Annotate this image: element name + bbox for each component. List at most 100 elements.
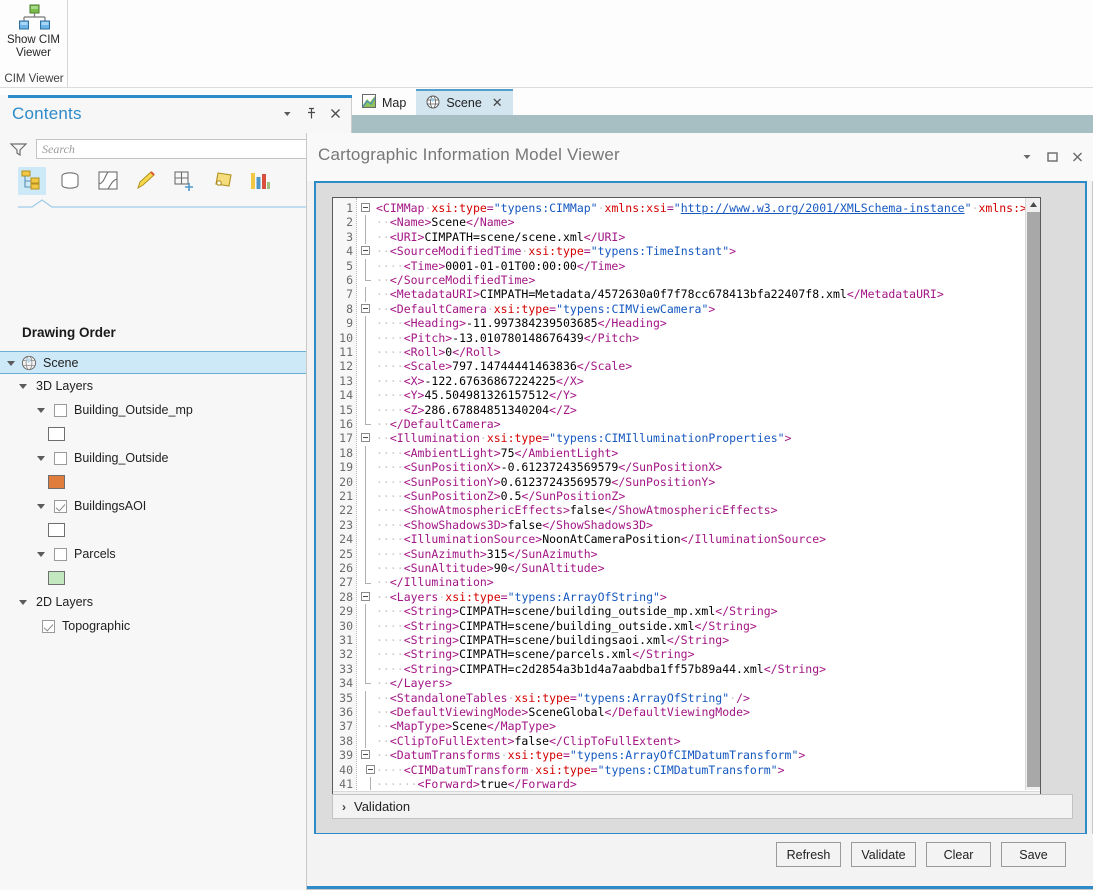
legend-symbol-row [0, 566, 351, 590]
tab-scene-close-icon[interactable]: ✕ [492, 95, 503, 111]
xml-line[interactable]: ····<Z>286.67884851340204</Z> [376, 403, 577, 417]
xml-line[interactable]: ····<SunPositionX>-0.61237243569579</Sun… [376, 460, 722, 474]
layer-visibility-checkbox[interactable] [54, 547, 67, 561]
expander-icon[interactable] [18, 380, 30, 392]
xml-line[interactable]: ····<Heading>-11.997384239503685</Headin… [376, 316, 667, 330]
xml-line[interactable]: ····<String>CIMPATH=scene/parcels.xml</S… [376, 647, 695, 661]
fold-collapse-icon[interactable] [361, 433, 370, 443]
xml-line[interactable]: ····<String>CIMPATH=scene/buildingsaoi.x… [376, 633, 729, 647]
clear-button[interactable]: Clear [926, 842, 991, 867]
xml-line[interactable]: ····<Pitch>-13.010780148676439</Pitch> [376, 331, 639, 345]
xml-line[interactable]: ··<Illumination·xsi:type="typens:CIMIllu… [376, 431, 791, 445]
search-input[interactable]: Search [36, 139, 336, 159]
tree-item-buildingsaoi[interactable]: BuildingsAOI [0, 494, 351, 518]
dropdown-menu-button[interactable] [281, 107, 294, 120]
list-by-data-source-button[interactable] [56, 167, 84, 195]
list-by-editing-button[interactable] [132, 167, 160, 195]
xml-line[interactable]: ····<Time>0001-01-01T00:00:00</Time> [376, 259, 625, 273]
list-by-snapping-button[interactable] [170, 167, 198, 195]
xml-line[interactable]: ····<CIMDatumTransform·xsi:type="typens:… [376, 763, 785, 777]
xml-line[interactable]: <CIMMap·xsi:type="typens:CIMMap"·xmlns:x… [376, 201, 1027, 215]
xml-line[interactable]: ··</Layers> [376, 676, 452, 690]
xml-line[interactable]: ··</Illumination> [376, 575, 494, 589]
xml-line[interactable]: ····<IlluminationSource>NoonAtCameraPosi… [376, 532, 826, 546]
show-cim-viewer-button[interactable]: Show CIM Viewer [0, 0, 68, 60]
xml-line[interactable]: ····<Roll>0</Roll> [376, 345, 501, 359]
expander-icon[interactable] [36, 500, 48, 512]
fold-collapse-icon[interactable] [361, 203, 370, 212]
save-button[interactable]: Save [1001, 842, 1066, 867]
dialog-close-button[interactable] [1071, 150, 1084, 163]
editor-vertical-scrollbar[interactable] [1025, 198, 1040, 790]
xml-line[interactable]: ····<Scale>797.14744441463836</Scale> [376, 359, 632, 373]
xml-line[interactable]: ····<String>CIMPATH=scene/building_outsi… [376, 619, 757, 633]
fold-collapse-icon[interactable] [361, 303, 370, 313]
xml-line[interactable]: ····<ShowShadows3D>false</ShowShadows3D> [376, 518, 653, 532]
dialog-dropdown-button[interactable] [1021, 150, 1034, 163]
scroll-up-arrow-icon[interactable] [1026, 198, 1040, 212]
list-by-charts-button[interactable] [246, 167, 274, 195]
xml-line[interactable]: ··<DefaultCamera·xsi:type="typens:CIMVie… [376, 302, 715, 316]
tab-map[interactable]: Map [352, 90, 416, 115]
xml-line[interactable]: ··<MetadataURI>CIMPATH=Metadata/4572630a… [376, 287, 944, 301]
layer-visibility-checkbox[interactable] [54, 451, 67, 465]
tree-group-2d-layers[interactable]: 2D Layers [0, 590, 351, 614]
xml-line[interactable]: ··<ClipToFullExtent>false</ClipToFullExt… [376, 734, 681, 748]
layer-visibility-checkbox[interactable] [54, 499, 67, 513]
xml-code-content[interactable]: 1 <CIMMap·xsi:type="typens:CIMMap"·xmlns:… [333, 198, 1040, 790]
tree-item-building-outside[interactable]: Building_Outside [0, 446, 351, 470]
xml-line[interactable]: ····<String>CIMPATH=c2d2854a3b1d4a7aabdb… [376, 662, 826, 676]
layer-visibility-checkbox[interactable] [54, 403, 67, 417]
line-number: 24 [339, 532, 353, 547]
dialog-maximize-button[interactable] [1046, 150, 1059, 163]
xml-line[interactable]: ··<Name>Scene</Name> [376, 215, 515, 229]
xml-line[interactable]: ····<Y>45.504981326157512</Y> [376, 388, 577, 402]
tree-item-building-outside-mp[interactable]: Building_Outside_mp [0, 398, 351, 422]
tree-item-scene[interactable]: Scene [0, 351, 351, 374]
xml-line[interactable]: ····<SunAzimuth>315</SunAzimuth> [376, 547, 598, 561]
xml-line[interactable]: ····<SunAltitude>90</SunAltitude> [376, 561, 605, 575]
editor-vertical-scroll-thumb[interactable] [1027, 212, 1040, 787]
tree-item-topographic[interactable]: Topographic [0, 614, 351, 638]
list-by-drawing-order-button[interactable] [18, 167, 46, 195]
xml-line[interactable]: ····<X>-122.67636867224225</X> [376, 374, 584, 388]
fold-collapse-icon[interactable] [366, 764, 375, 774]
xml-line[interactable]: ····<ShowAtmosphericEffects>false</ShowA… [376, 503, 778, 517]
xml-line[interactable]: ····<SunPositionY>0.61237243569579</SunP… [376, 475, 715, 489]
layer-visibility-checkbox[interactable] [42, 619, 55, 633]
expander-icon[interactable] [36, 404, 48, 416]
xml-line[interactable]: ··<DatumTransforms·xsi:type="typens:Arra… [376, 748, 805, 762]
xml-line[interactable]: ··<DefaultViewingMode>SceneGlobal</Defau… [376, 705, 750, 719]
xml-line[interactable]: ····<String>CIMPATH=scene/building_outsi… [376, 604, 778, 618]
tab-scene[interactable]: Scene ✕ [416, 89, 513, 115]
fold-collapse-icon[interactable] [361, 750, 370, 760]
refresh-button[interactable]: Refresh [776, 842, 841, 867]
auto-hide-pin-button[interactable] [305, 107, 318, 120]
xml-line[interactable]: ··<MapType>Scene</MapType> [376, 719, 556, 733]
xml-editor[interactable]: 1 <CIMMap·xsi:type="typens:CIMMap"·xmlns:… [332, 197, 1041, 809]
xml-line[interactable]: ··<StandaloneTables·xsi:type="typens:Arr… [376, 691, 750, 705]
list-by-labeling-button[interactable] [208, 167, 236, 195]
fold-collapse-icon[interactable] [361, 246, 370, 256]
expander-icon[interactable] [36, 452, 48, 464]
expander-icon[interactable] [6, 357, 18, 369]
xml-line[interactable]: ··<URI>CIMPATH=scene/scene.xml</URI> [376, 230, 625, 244]
xml-line[interactable]: ··<Layers·xsi:type="typens:ArrayOfString… [376, 590, 667, 604]
expander-icon[interactable] [18, 596, 30, 608]
xml-line[interactable]: ······<Forward>true</Forward> [376, 777, 577, 790]
xml-line[interactable]: ··<SourceModifiedTime·xsi:type="typens:T… [376, 244, 736, 258]
xml-line[interactable]: ····<SunPositionZ>0.5</SunPositionZ> [376, 489, 625, 503]
funnel-filter-icon[interactable] [8, 141, 30, 157]
xml-line[interactable]: ··</DefaultCamera> [376, 417, 501, 431]
list-by-selection-button[interactable] [94, 167, 122, 195]
chevron-right-icon[interactable]: › [342, 800, 346, 814]
xml-line[interactable]: ··</SourceModifiedTime> [376, 273, 535, 287]
fold-collapse-icon[interactable] [361, 591, 370, 601]
xml-line[interactable]: ····<AmbientLight>75</AmbientLight> [376, 446, 618, 460]
expander-icon[interactable] [36, 548, 48, 560]
tree-item-parcels[interactable]: Parcels [0, 542, 351, 566]
validation-section[interactable]: › Validation [332, 794, 1073, 819]
validate-button[interactable]: Validate [851, 842, 916, 867]
tree-group-3d-layers[interactable]: 3D Layers [0, 374, 351, 398]
close-panel-button[interactable] [329, 107, 342, 120]
